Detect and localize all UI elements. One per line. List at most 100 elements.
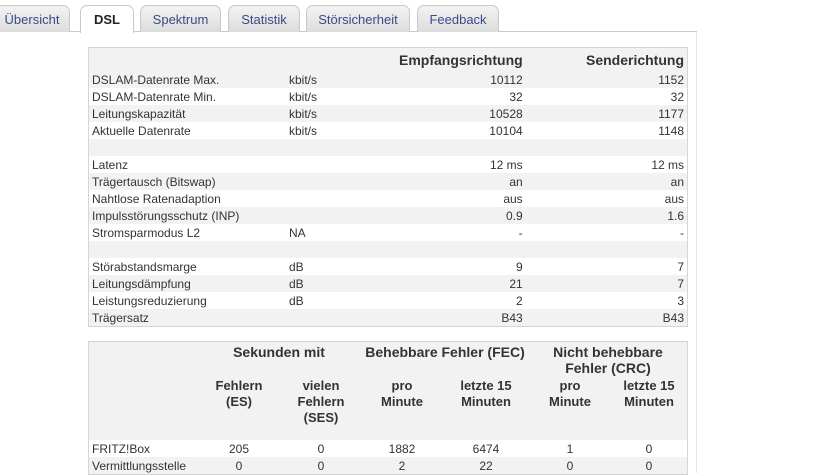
tab-stoersicherheit[interactable]: Störsicherheit	[306, 5, 410, 32]
tab-statistik[interactable]: Statistik	[228, 5, 300, 32]
content-frame: Übersicht DSL Spektrum Statistik Störsic…	[0, 0, 697, 475]
row-label: Aktuelle Datenrate	[92, 123, 191, 138]
row-empfang-value	[396, 139, 526, 156]
dsl-row: Leitungskapazität kbit/s 10528 1177	[89, 105, 687, 122]
row-sende-value: 7	[677, 259, 684, 274]
header-es: Fehlern (ES)	[215, 378, 263, 409]
dsl-row: Stromsparmodus L2 NA - -	[89, 224, 687, 241]
row-unit	[286, 173, 396, 190]
error-sub-header-row: Fehlern (ES) vielen Fehlern (SES) pro Mi…	[89, 378, 687, 434]
row-empfang-value: 0.9	[505, 208, 523, 223]
row-label	[89, 241, 286, 258]
dsl-row: Latenz 12 ms 12 ms	[89, 156, 687, 173]
row-unit	[286, 139, 396, 156]
dsl-row: Trägersatz B43 B43	[89, 309, 687, 326]
row-sende-value: aus	[664, 191, 684, 206]
row-empfang-value	[396, 241, 526, 258]
row-empfang-value: 10104	[489, 123, 523, 138]
dsl-table-header-row: Empfangsrichtung Senderichtung	[89, 48, 687, 71]
row-unit	[286, 156, 396, 173]
crc-pro-minute-value: 0	[566, 458, 574, 473]
fec-letzte-15-value: 6474	[472, 441, 500, 456]
row-empfang-value: 32	[509, 89, 523, 104]
header-fec-letzte-15: letzte 15 Minuten	[460, 378, 512, 409]
row-label: Leitungsdämpfung	[92, 276, 191, 291]
error-row: FRITZ!Box 205 0 1882 6474 1 0	[89, 440, 687, 457]
row-unit: kbit/s	[289, 72, 318, 87]
row-label: Trägersatz	[92, 310, 149, 325]
row-empfang-value: 10112	[490, 72, 523, 87]
row-sende-value: an	[670, 174, 684, 189]
row-label: Trägertausch (Bitswap)	[92, 174, 216, 189]
header-empty	[89, 378, 197, 434]
dsl-row: Leistungsreduzierung dB 2 3	[89, 292, 687, 309]
error-row: Vermittlungsstelle 0 0 2 22 0 0	[89, 457, 687, 474]
tab-dsl[interactable]: DSL	[80, 5, 134, 33]
fec-pro-minute-value: 2	[398, 458, 406, 473]
fec-pro-minute-value: 1882	[388, 441, 416, 456]
crc-pro-minute-value: 1	[566, 441, 574, 456]
row-sende-value: 1.6	[667, 208, 684, 223]
row-label: Impulsstörungsschutz (INP)	[92, 208, 240, 223]
crc-letzte-15-value: 0	[645, 458, 653, 473]
header-empty	[286, 48, 396, 71]
row-sende-value	[526, 139, 687, 156]
row-empfang-value: -	[518, 225, 523, 240]
row-empfang-value: 10528	[489, 106, 523, 121]
dsl-row: DSLAM-Datenrate Min. kbit/s 32 32	[89, 88, 687, 105]
row-sende-value: 7	[677, 276, 684, 291]
row-label: Störabstandsmarge	[92, 259, 197, 274]
row-unit: dB	[289, 293, 304, 308]
dsl-row: Impulsstörungsschutz (INP) 0.9 1.6	[89, 207, 687, 224]
row-unit: dB	[289, 259, 304, 274]
error-stats-table: Sekunden mit Behebbare Fehler (FEC) Nich…	[89, 342, 687, 474]
row-label: Nahtlose Ratenadaption	[92, 191, 221, 206]
row-label: Leitungskapazität	[92, 106, 186, 121]
row-sende-value: B43	[662, 310, 684, 325]
row-label: Vermittlungsstelle	[92, 458, 187, 473]
row-sende-value: -	[680, 225, 684, 240]
tab-uebersicht[interactable]: Übersicht	[0, 5, 70, 32]
header-empty	[89, 342, 197, 378]
tab-spektrum[interactable]: Spektrum	[140, 5, 221, 32]
dsl-info-table: Empfangsrichtung Senderichtung DSLAM-Dat…	[89, 48, 687, 326]
row-empfang-value: B43	[501, 310, 523, 325]
dsl-row: Störabstandsmarge dB 9 7	[89, 258, 687, 275]
row-unit	[286, 241, 396, 258]
row-label: DSLAM-Datenrate Min.	[92, 89, 217, 104]
dsl-row: Nahtlose Ratenadaption aus aus	[89, 190, 687, 207]
row-empfang-value: 2	[515, 293, 523, 308]
dsl-row: Leitungsdämpfung dB 21 7	[89, 275, 687, 292]
row-sende-value: 32	[670, 89, 684, 104]
row-label: Stromsparmodus L2	[92, 225, 201, 240]
row-empfang-value: an	[509, 174, 523, 189]
error-table-box: Sekunden mit Behebbare Fehler (FEC) Nich…	[88, 341, 688, 475]
spacer-row	[89, 241, 687, 258]
header-crc: Nicht behebbare Fehler (CRC)	[553, 344, 663, 376]
row-sende-value: 3	[677, 293, 684, 308]
row-sende-value: 12 ms	[651, 157, 684, 172]
row-empfang-value: 12 ms	[489, 157, 523, 172]
row-sende-value: 1177	[658, 106, 684, 121]
row-unit: kbit/s	[289, 106, 318, 121]
header-sekunden-mit: Sekunden mit	[233, 344, 325, 360]
ses-value: 0	[317, 441, 325, 456]
row-label: FRITZ!Box	[92, 441, 151, 456]
row-unit	[286, 309, 396, 326]
spacer-row	[89, 139, 687, 156]
tab-bar: Übersicht DSL Spektrum Statistik Störsic…	[0, 0, 697, 33]
header-fec-pro-minute: pro Minute	[381, 378, 423, 409]
header-ses: vielen Fehlern (SES)	[297, 378, 345, 425]
row-unit	[286, 207, 396, 224]
header-crc-pro-minute: pro Minute	[549, 378, 591, 409]
row-empfang-value: aus	[503, 191, 523, 206]
row-label	[89, 139, 286, 156]
row-empfang-value: 9	[515, 259, 523, 274]
dsl-row: Aktuelle Datenrate kbit/s 10104 1148	[89, 122, 687, 139]
row-empfang-value: 21	[509, 276, 523, 291]
header-empty	[89, 48, 286, 71]
tab-feedback[interactable]: Feedback	[417, 5, 499, 32]
crc-letzte-15-value: 0	[645, 441, 653, 456]
row-unit	[286, 190, 396, 207]
ses-value: 0	[317, 458, 325, 473]
